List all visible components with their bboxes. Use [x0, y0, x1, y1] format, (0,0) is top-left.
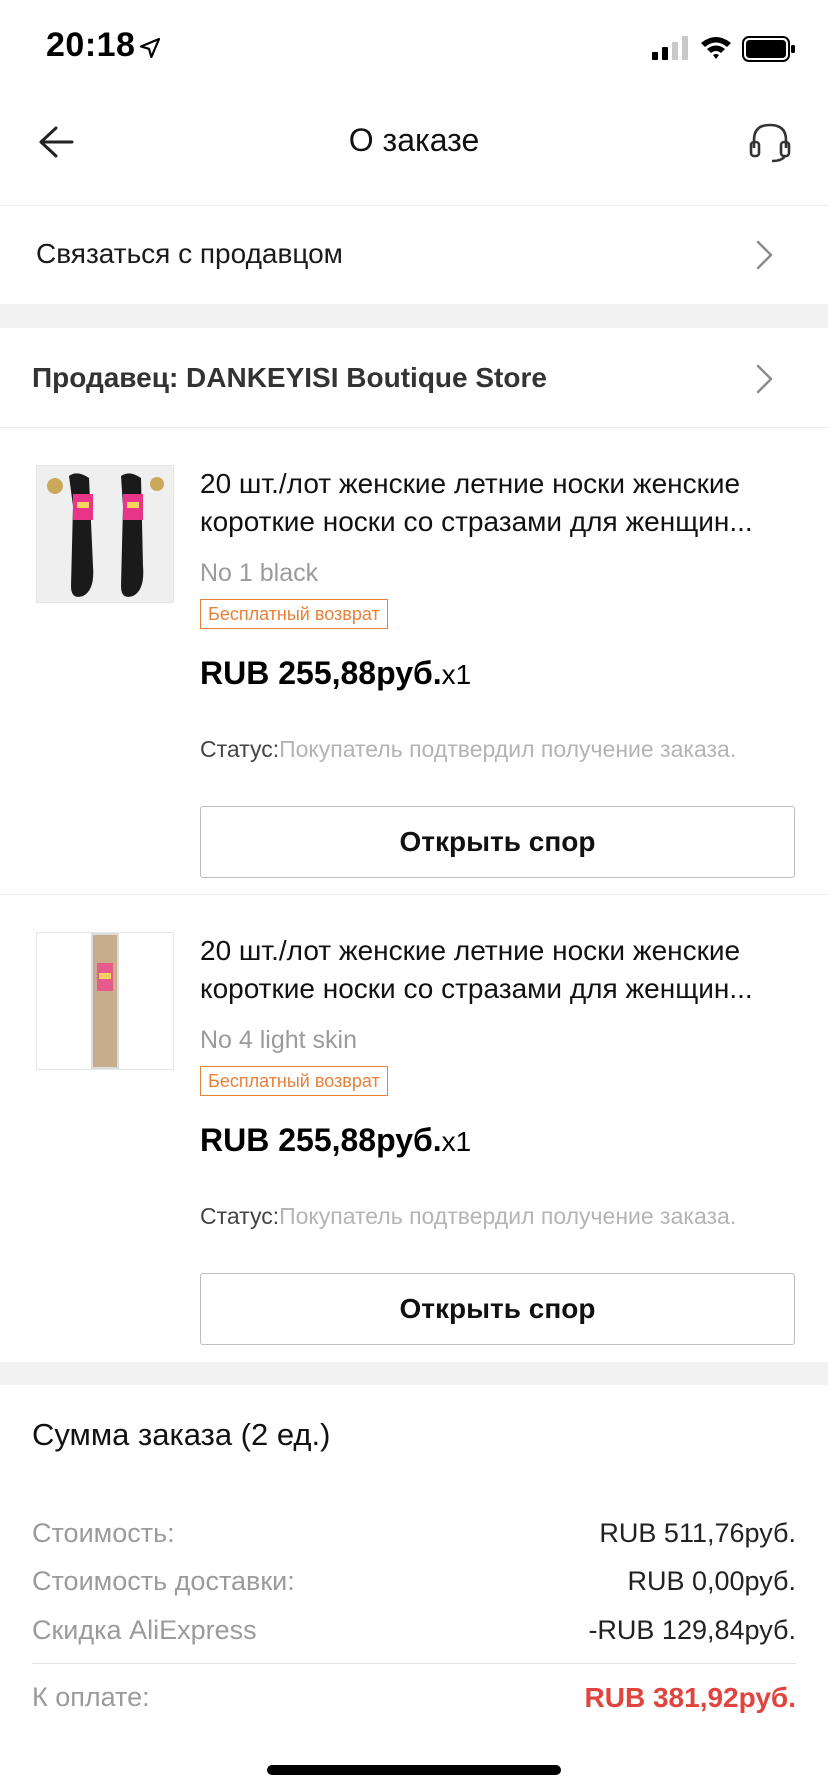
section-divider: [0, 1362, 828, 1385]
product-variant: No 4 light skin: [200, 1026, 358, 1054]
summary-divider: [32, 1663, 796, 1664]
status-value: Покупатель подтвердил получение заказа.: [279, 736, 737, 762]
quantity: x1: [441, 1126, 472, 1157]
product-image[interactable]: [36, 465, 174, 603]
cellular-signal-icon: [652, 36, 688, 60]
order-status: Статус:Покупатель подтвердил получение з…: [200, 1203, 736, 1230]
section-divider: [0, 304, 828, 328]
price-value: RUB 255,88руб.: [200, 655, 442, 691]
chevron-right-icon: [756, 364, 773, 394]
item-price: RUB 255,88руб.x1: [200, 1122, 471, 1159]
status-value: Покупатель подтвердил получение заказа.: [279, 1203, 737, 1229]
product-title-line1: 20 шт./лот женские летние носки женские: [200, 935, 741, 966]
item-price: RUB 255,88руб.x1: [200, 655, 471, 692]
total-label: К оплате:: [32, 1682, 150, 1712]
headset-icon[interactable]: [748, 120, 792, 164]
shipping-label: Стоимость доставки:: [32, 1566, 295, 1596]
order-summary: Сумма заказа (2 ед.) Стоимость: RUB 511,…: [0, 1385, 828, 1792]
cost-label: Стоимость:: [32, 1518, 175, 1548]
wifi-icon: [701, 37, 731, 59]
location-arrow-icon: [139, 37, 161, 59]
cost-value: RUB 511,76руб.: [599, 1518, 796, 1548]
open-dispute-button[interactable]: Открыть спор: [200, 1273, 795, 1345]
status-label: Статус:: [200, 736, 280, 762]
page-title: О заказе: [348, 122, 480, 158]
product-thumbnail-light-socks: [37, 933, 173, 1069]
battery-icon: [742, 36, 795, 62]
status-bar: 20:18: [0, 0, 828, 100]
order-status: Статус:Покупатель подтвердил получение з…: [200, 736, 736, 763]
status-time: 20:18: [46, 26, 136, 64]
nav-bar: О заказе: [0, 100, 828, 206]
product-title-line2: короткие носки со стразами для женщин...: [200, 973, 753, 1004]
contact-seller-label: Связаться с продавцом: [36, 238, 343, 269]
discount-value: -RUB 129,84руб.: [588, 1615, 796, 1645]
order-summary-heading: Сумма заказа (2 ед.): [32, 1417, 331, 1452]
product-image[interactable]: [36, 932, 174, 1070]
discount-label: Скидка AliExpress: [32, 1615, 257, 1645]
seller-name: Продавец: DANKEYISI Boutique Store: [32, 362, 547, 393]
free-return-badge: Бесплатный возврат: [200, 1066, 388, 1096]
contact-seller-row[interactable]: Связаться с продавцом: [0, 206, 828, 304]
total-value: RUB 381,92руб.: [584, 1682, 796, 1713]
product-thumbnail-black-socks: [37, 466, 173, 602]
status-label: Статус:: [200, 1203, 280, 1229]
order-item: 20 шт./лот женские летние носки женские …: [0, 429, 828, 895]
free-return-badge: Бесплатный возврат: [200, 599, 388, 629]
product-title-line1: 20 шт./лот женские летние носки женские: [200, 468, 741, 499]
product-title-line2: короткие носки со стразами для женщин...: [200, 506, 753, 537]
seller-row[interactable]: Продавец: DANKEYISI Boutique Store: [0, 328, 828, 428]
order-item: 20 шт./лот женские летние носки женские …: [0, 896, 828, 1362]
shipping-value: RUB 0,00руб.: [627, 1566, 796, 1596]
chevron-right-icon: [756, 240, 773, 270]
product-variant: No 1 black: [200, 559, 319, 587]
quantity: x1: [441, 659, 472, 690]
open-dispute-button[interactable]: Открыть спор: [200, 806, 795, 878]
home-indicator[interactable]: [267, 1765, 561, 1775]
product-title[interactable]: 20 шт./лот женские летние носки женские …: [200, 932, 790, 1008]
price-value: RUB 255,88руб.: [200, 1122, 442, 1158]
product-title[interactable]: 20 шт./лот женские летние носки женские …: [200, 465, 790, 541]
